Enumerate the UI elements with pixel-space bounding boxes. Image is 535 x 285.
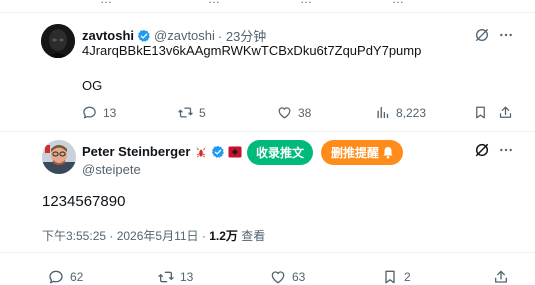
previous-action-2[interactable]: …	[208, 0, 220, 6]
reply-avatar-image	[41, 24, 75, 58]
reply-bookmark-button[interactable]	[473, 105, 488, 120]
affiliate-badge-icon	[228, 146, 242, 158]
main-heart-icon	[271, 271, 285, 284]
share-icon	[499, 106, 512, 118]
delete-reminder-button[interactable]: 删推提醒	[321, 140, 403, 165]
previous-action-4[interactable]: …	[392, 0, 404, 6]
previous-action-1[interactable]: …	[100, 0, 112, 6]
main-repost-icon	[158, 271, 174, 283]
repost-icon	[178, 107, 193, 118]
main-like-button[interactable]: 63	[270, 269, 305, 285]
verified-badge-icon	[137, 29, 151, 43]
main-header: Peter Steinberger	[82, 144, 242, 159]
main-share-icon	[495, 270, 507, 283]
reply-avatar[interactable]	[41, 24, 75, 58]
main-avatar-image	[42, 140, 76, 174]
previous-action-3[interactable]: …	[300, 0, 312, 6]
main-reply-button[interactable]: 62	[48, 269, 83, 285]
reply-text-line-2: OG	[82, 78, 103, 93]
reply-icon	[83, 106, 96, 119]
reply-like-count: 38	[298, 105, 312, 120]
heart-icon	[278, 107, 291, 119]
reply-repost-button[interactable]: 5	[178, 105, 206, 120]
main-verified-badge-icon	[211, 145, 225, 159]
main-tweet-meta: 下午3:55:25 · 2026年5月11日 · 1.2万 查看	[42, 227, 265, 244]
main-bookmark-count: 2	[404, 270, 411, 284]
middle-divider	[0, 131, 535, 132]
reply-like-button[interactable]: 38	[277, 105, 311, 120]
main-author-name[interactable]: Peter Steinberger	[82, 144, 190, 159]
reply-text-line-1: 4JrarqBBkE13v6kAAgmRWKwTCBxDku6t7ZquPdY7…	[82, 43, 422, 58]
reply-author-name[interactable]: zavtoshi	[82, 28, 134, 43]
bell-icon	[382, 146, 394, 159]
reply-share-button[interactable]	[498, 105, 513, 120]
previous-tweet-actions: … … … …	[0, 0, 535, 6]
reply-reply-button[interactable]: 13	[82, 105, 116, 120]
main-reply-icon	[49, 270, 63, 284]
collect-tweet-button[interactable]: 收录推文	[247, 140, 313, 165]
lobster-icon	[194, 145, 208, 159]
main-grok-icon[interactable]	[473, 141, 491, 159]
main-view-count: 1.2万	[209, 229, 238, 243]
main-repost-button[interactable]: 13	[158, 269, 193, 285]
delete-reminder-label: 删推提醒	[330, 146, 379, 160]
main-reply-count: 62	[70, 270, 84, 284]
bookmark-icon	[476, 106, 485, 119]
main-bookmark-icon	[385, 270, 395, 284]
reply-author-handle[interactable]: @zavtoshi	[154, 28, 215, 43]
more-icon[interactable]	[497, 26, 515, 44]
main-repost-count: 13	[180, 270, 194, 284]
main-author-handle[interactable]: @steipete	[82, 162, 141, 177]
main-timestamp[interactable]: 下午3:55:25 · 2026年5月11日 ·	[42, 229, 209, 243]
main-more-icon[interactable]	[497, 141, 515, 159]
main-share-button[interactable]	[493, 269, 509, 285]
main-tweet-text: 1234567890	[42, 193, 126, 210]
reply-repost-count: 5	[199, 105, 206, 120]
reply-reply-count: 13	[103, 105, 117, 120]
bottom-divider	[0, 252, 535, 253]
main-bookmark-button[interactable]: 2	[382, 269, 411, 285]
main-avatar[interactable]	[42, 140, 76, 174]
reply-views-count: 8,223	[396, 105, 427, 120]
main-like-count: 63	[292, 270, 306, 284]
reply-views-button[interactable]: 8,223	[375, 105, 426, 120]
top-divider	[0, 12, 535, 13]
main-view-label: 查看	[237, 229, 266, 243]
views-icon	[377, 106, 389, 119]
grok-icon[interactable]	[473, 26, 491, 44]
